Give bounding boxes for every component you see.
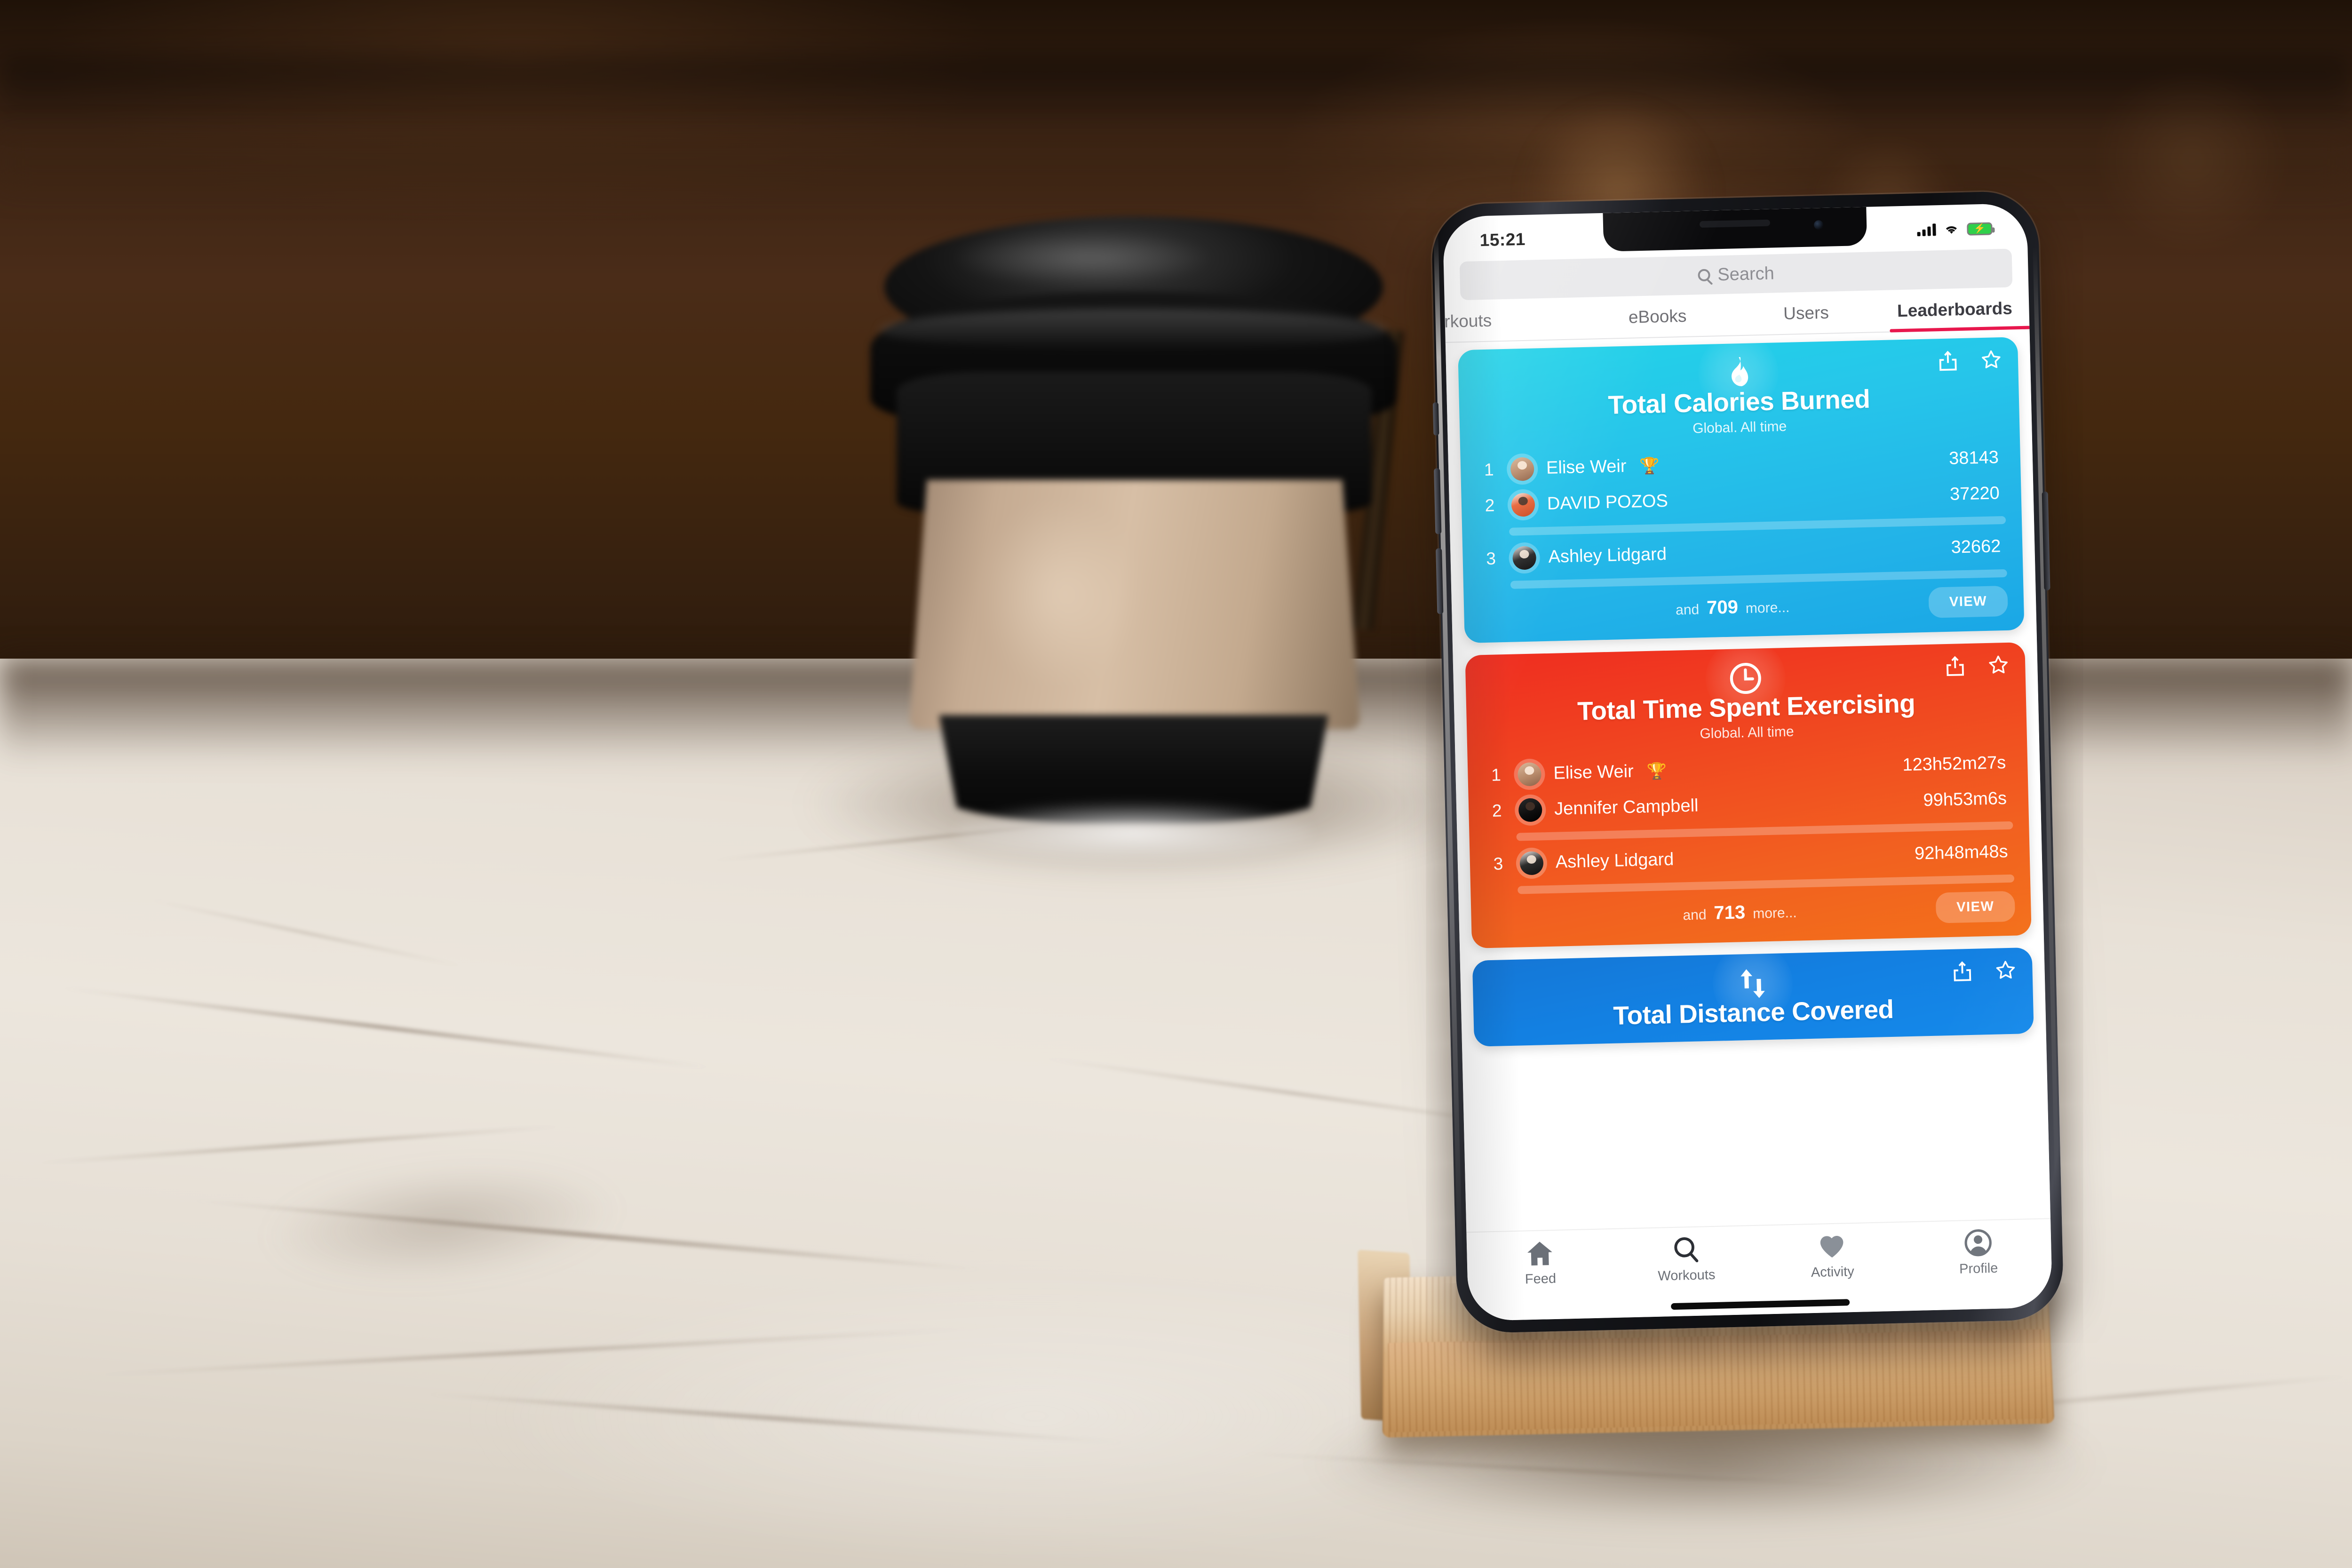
avatar bbox=[1507, 489, 1539, 521]
rank: 3 bbox=[1493, 853, 1503, 874]
user-name: Elise Weir bbox=[1553, 761, 1634, 783]
tabbar-item-profile[interactable]: Profile bbox=[1905, 1226, 2052, 1278]
stand-front-face bbox=[1388, 1329, 2046, 1433]
more-count-label: and 709 more... bbox=[1619, 596, 1790, 621]
battery-charging-icon: ⚡ bbox=[1967, 222, 1993, 236]
earpiece-speaker bbox=[1699, 219, 1771, 228]
star-outline-icon[interactable] bbox=[1980, 348, 2002, 372]
user-name: Ashley Lidgard bbox=[1548, 544, 1667, 567]
tab-leaderboards[interactable]: Leaderboards bbox=[1880, 295, 2030, 332]
more-count-label: and 713 more... bbox=[1626, 900, 1797, 926]
tabbar-item-feed[interactable]: Feed bbox=[1467, 1237, 1614, 1289]
score-value: 92h48m48s bbox=[1914, 842, 2009, 864]
avatar bbox=[1516, 847, 1548, 879]
cup-lid-rim-highlight bbox=[879, 309, 1389, 351]
flame-icon-glyph bbox=[1732, 357, 1748, 387]
tab-workouts[interactable]: orkouts bbox=[1443, 306, 1584, 342]
home-icon bbox=[1527, 1242, 1553, 1266]
more-suffix: more... bbox=[1752, 905, 1797, 922]
trophy-icon: 🏆 bbox=[1646, 762, 1667, 780]
up-down-arrows-icon-glyph bbox=[1740, 969, 1765, 998]
more-prefix: and bbox=[1675, 602, 1700, 618]
tab-users[interactable]: Users bbox=[1732, 299, 1881, 335]
share-icon[interactable] bbox=[1937, 349, 1959, 373]
user-name: Jennifer Campbell bbox=[1554, 796, 1699, 819]
score-value: 37220 bbox=[1949, 483, 2000, 504]
leaderboard-rows: 1 Elise Weir 🏆 38143 2 DAVID POZOS 37220 bbox=[1476, 440, 2007, 589]
status-time: 15:21 bbox=[1479, 229, 1526, 250]
star-outline-icon[interactable] bbox=[1994, 958, 2017, 982]
cup-sleeve-highlight bbox=[978, 499, 1138, 687]
leaderboards-list[interactable]: Total Calories Burned Global. All time 1… bbox=[1445, 329, 2051, 1232]
search-icon bbox=[1674, 1237, 1699, 1263]
avatar bbox=[1513, 758, 1546, 790]
tabbar-label: Feed bbox=[1525, 1271, 1557, 1287]
leaderboard-row[interactable]: 3 Ashley Lidgard 92h48m48s bbox=[1486, 834, 2014, 882]
cup-foot-glow bbox=[955, 804, 1312, 861]
share-icon[interactable] bbox=[1951, 959, 1973, 983]
bottom-tab-bar: Feed Workouts Activity Profile bbox=[1466, 1218, 2053, 1321]
score-value: 99h53m6s bbox=[1923, 788, 2007, 811]
wall-shadow-band bbox=[0, 56, 2352, 132]
home-indicator[interactable] bbox=[1671, 1299, 1850, 1310]
score-value: 38143 bbox=[1948, 447, 1999, 469]
leaderboard-row[interactable]: 3 Ashley Lidgard 32662 bbox=[1478, 529, 2007, 577]
more-count: 713 bbox=[1713, 901, 1746, 923]
leaderboard-card-distance[interactable]: Total Distance Covered bbox=[1472, 947, 2034, 1047]
user-name: DAVID POZOS bbox=[1547, 491, 1669, 514]
card-footer: and 709 more... VIEW bbox=[1480, 585, 2008, 630]
score-value: 123h52m27s bbox=[1902, 753, 2006, 775]
rank: 3 bbox=[1486, 549, 1496, 568]
card-actions bbox=[1951, 958, 2017, 983]
trophy-icon: 🏆 bbox=[1639, 456, 1660, 475]
leaderboard-rows: 1 Elise Weir 🏆 123h52m27s 2 Jennifer Cam… bbox=[1484, 745, 2015, 894]
heart-icon bbox=[1820, 1236, 1843, 1258]
clock-icon-glyph bbox=[1730, 662, 1761, 694]
status-indicators: ⚡ bbox=[1917, 222, 1993, 237]
avatar bbox=[1514, 794, 1547, 826]
more-count: 709 bbox=[1706, 597, 1739, 618]
more-suffix: more... bbox=[1745, 599, 1790, 616]
silent-switch[interactable] bbox=[1432, 402, 1439, 436]
coffee-cup bbox=[856, 216, 1411, 861]
star-outline-icon[interactable] bbox=[1987, 653, 2010, 677]
cup-lid-highlight bbox=[950, 230, 1214, 286]
avatar bbox=[1508, 542, 1541, 574]
more-prefix: and bbox=[1683, 907, 1707, 923]
leaderboard-card-calories[interactable]: Total Calories Burned Global. All time 1… bbox=[1458, 337, 2025, 643]
view-button[interactable]: VIEW bbox=[1935, 891, 2016, 923]
user-name: Elise Weir bbox=[1546, 456, 1627, 478]
front-camera-icon bbox=[1813, 220, 1824, 230]
signal-bars-icon bbox=[1917, 223, 1936, 237]
wall-shadow-band-secondary bbox=[0, 141, 2352, 183]
tabbar-label: Profile bbox=[1959, 1260, 1998, 1277]
notch bbox=[1603, 207, 1867, 252]
tabbar-label: Activity bbox=[1811, 1264, 1855, 1281]
bokeh-light bbox=[2093, 71, 2291, 249]
rank: 2 bbox=[1492, 800, 1502, 820]
card-actions bbox=[1937, 348, 2002, 373]
score-value: 32662 bbox=[1951, 536, 2001, 557]
search-input[interactable]: Search bbox=[1459, 248, 2013, 301]
tabbar-item-activity[interactable]: Activity bbox=[1759, 1230, 1906, 1281]
rank: 1 bbox=[1484, 460, 1494, 479]
rank: 1 bbox=[1491, 764, 1502, 785]
tabbar-item-workouts[interactable]: Workouts bbox=[1613, 1234, 1760, 1285]
person-icon bbox=[1964, 1229, 1992, 1257]
card-footer: and 713 more... VIEW bbox=[1487, 891, 2016, 935]
user-name: Ashley Lidgard bbox=[1555, 849, 1674, 872]
tabbar-label: Workouts bbox=[1658, 1267, 1716, 1284]
view-button[interactable]: VIEW bbox=[1928, 585, 2008, 618]
card-actions bbox=[1944, 653, 2010, 678]
avatar bbox=[1506, 453, 1538, 485]
tab-ebooks[interactable]: eBooks bbox=[1583, 302, 1732, 339]
wifi-icon bbox=[1946, 226, 1957, 234]
smartphone: 15:21 ⚡ Search orkouts eBooks Users Lead… bbox=[1430, 191, 2065, 1334]
share-icon[interactable] bbox=[1944, 654, 1966, 678]
rank: 2 bbox=[1485, 495, 1495, 515]
phone-screen: 15:21 ⚡ Search orkouts eBooks Users Lead… bbox=[1442, 203, 2053, 1321]
search-placeholder: Search bbox=[1717, 263, 1775, 285]
leaderboard-card-time[interactable]: Total Time Spent Exercising Global. All … bbox=[1465, 642, 2032, 948]
search-icon bbox=[1698, 269, 1710, 282]
